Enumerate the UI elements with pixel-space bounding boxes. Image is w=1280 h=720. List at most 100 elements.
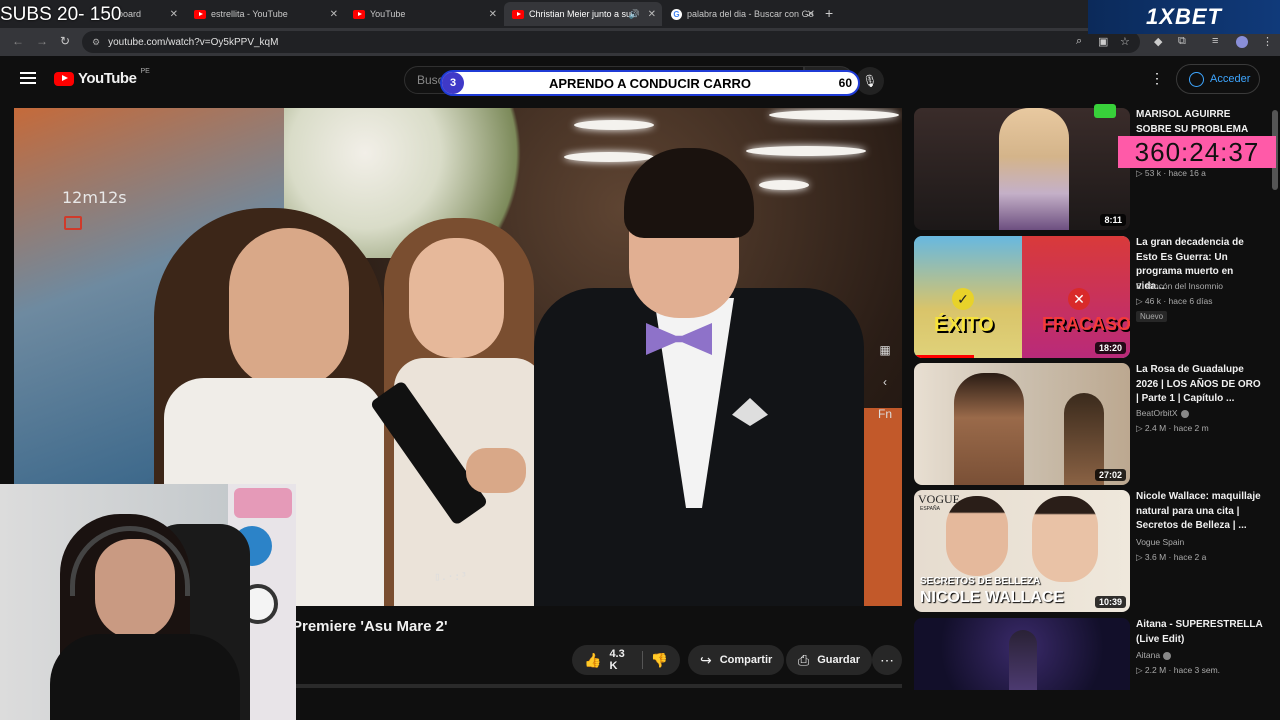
site-info-icon[interactable]: ⚙ bbox=[92, 37, 100, 48]
divider bbox=[641, 651, 643, 669]
puzzle-icon[interactable]: ⧉ bbox=[1178, 35, 1186, 48]
tab-label: estrellita - YouTube bbox=[211, 9, 288, 19]
microphone-icon: 🎙 bbox=[862, 74, 878, 88]
signin-button[interactable]: Acceder bbox=[1176, 64, 1260, 94]
recommendation-item[interactable]: VOGUE ESPAÑA SECRETOS DE BELLEZA NICOLE … bbox=[914, 490, 1266, 612]
recommendation-thumbnail[interactable]: ✓ ✕ ÉXITO FRACASO 18:20 bbox=[914, 236, 1130, 358]
country-code: PE bbox=[140, 68, 150, 75]
more-icon: ⋯ bbox=[880, 651, 894, 668]
install-app-icon[interactable]: ▣ bbox=[1098, 35, 1108, 48]
person-left-face bbox=[229, 228, 349, 388]
ceiling-light bbox=[769, 110, 899, 120]
page-separator bbox=[296, 684, 902, 688]
dislike-icon[interactable]: 👎 bbox=[651, 652, 668, 669]
thumbnail-person bbox=[1032, 496, 1098, 582]
tab-label: palabra del dia - Buscar con Go bbox=[687, 9, 814, 19]
duration-badge: 18:20 bbox=[1094, 342, 1126, 354]
recommendation-meta: ▷ 46 k · hace 6 días bbox=[1136, 296, 1213, 306]
thumbnail-person bbox=[954, 373, 1024, 485]
chevron-left-icon[interactable]: ‹ bbox=[883, 375, 887, 389]
tab-youtube[interactable]: YouTube ✕ bbox=[345, 2, 503, 26]
browser-menu-icon[interactable]: ⋮ bbox=[1262, 35, 1273, 48]
share-button[interactable]: ↪ Compartir bbox=[688, 645, 785, 675]
goal-left-number: 3 bbox=[442, 72, 464, 94]
duration-badge: 8:11 bbox=[1100, 214, 1126, 226]
recommendation-title[interactable]: Aitana - SUPERESTRELLA (Live Edit) bbox=[1136, 618, 1264, 647]
thumbnail-brand-sub: ESPAÑA bbox=[920, 506, 940, 512]
view-count: 3.6 M bbox=[1144, 552, 1167, 562]
channel-name[interactable]: El Rincón del Insomnio bbox=[1136, 281, 1223, 291]
stream-timer: 360:24:37 bbox=[1118, 136, 1276, 168]
address-bar[interactable]: ⚙ youtube.com/watch?v=Oy5kPPV_kqM bbox=[82, 31, 1140, 53]
recommendation-item[interactable]: 27:02 La Rosa de Guadalupe 2026 | LOS AÑ… bbox=[914, 363, 1266, 485]
recommendation-item[interactable]: 8:11 MARISOL AGUIRRE SOBRE SU PROBLEMA C… bbox=[914, 108, 1266, 230]
fn-label: Fn bbox=[877, 407, 892, 421]
media-icon[interactable]: ≡ bbox=[1212, 35, 1218, 47]
upload-age: hace 2 m bbox=[1173, 423, 1209, 433]
tab-label: YouTube bbox=[370, 9, 406, 19]
recommendation-item[interactable]: ✓ ✕ ÉXITO FRACASO 18:20 La gran decadenc… bbox=[914, 236, 1266, 358]
recommendation-meta: ▷ 3.6 M · hace 2 a bbox=[1136, 552, 1207, 562]
recommendation-item[interactable]: Aitana - SUPERESTRELLA (Live Edit) Aitan… bbox=[914, 618, 1266, 690]
channel-name[interactable]: Aitana bbox=[1136, 650, 1172, 660]
close-tab-icon[interactable]: ✕ bbox=[170, 9, 178, 20]
account-icon bbox=[1189, 71, 1204, 87]
close-tab-icon[interactable]: ✕ bbox=[489, 9, 497, 20]
new-tab-icon[interactable]: + bbox=[825, 5, 833, 21]
channel-name[interactable]: Vogue Spain bbox=[1136, 537, 1184, 547]
settings-more-icon[interactable]: ⋮ bbox=[1150, 70, 1164, 87]
tab-palabra-del-dia[interactable]: G palabra del dia - Buscar con Go ✕ bbox=[663, 2, 821, 26]
url-text: youtube.com/watch?v=Oy5kPPV_kqM bbox=[108, 36, 279, 48]
youtube-favicon-icon bbox=[353, 9, 365, 19]
share-icon: ↪ bbox=[700, 651, 712, 668]
signin-label: Acceder bbox=[1210, 73, 1251, 85]
recommendation-meta: ▷ 2.2 M · hace 3 sem. bbox=[1136, 665, 1221, 675]
like-count[interactable]: 4.3 K bbox=[609, 648, 633, 672]
thumbnail-caption-bottom: NICOLE WALLACE bbox=[920, 589, 1064, 606]
reload-icon[interactable]: ↻ bbox=[60, 34, 70, 48]
recommendation-title[interactable]: La Rosa de Guadalupe 2026 | LOS AÑOS DE … bbox=[1136, 363, 1264, 407]
back-icon[interactable]: ← bbox=[12, 34, 24, 48]
thumbnail-text-left: ÉXITO bbox=[934, 314, 994, 336]
recommendation-thumbnail[interactable]: 8:11 bbox=[914, 108, 1130, 230]
save-label: Guardar bbox=[817, 654, 860, 666]
video-title: Premiere 'Asu Mare 2' bbox=[292, 618, 448, 635]
close-tab-icon[interactable]: ✕ bbox=[330, 9, 338, 20]
extension-icon[interactable]: ◆ bbox=[1154, 35, 1162, 48]
goal-text: APRENDO A CONDUCIR CARRO bbox=[549, 75, 751, 91]
tab-label: Christian Meier junto a sus bbox=[529, 9, 636, 19]
more-actions-button[interactable]: ⋯ bbox=[872, 645, 902, 675]
thumbnail-person bbox=[999, 108, 1069, 230]
video-watermark-icon: ▯.·:³ bbox=[434, 570, 468, 583]
profile-avatar[interactable] bbox=[1236, 36, 1248, 48]
channel-name[interactable]: BeatOrbitX bbox=[1136, 408, 1189, 418]
person-middle-face bbox=[409, 238, 504, 358]
exit-icon bbox=[64, 216, 82, 230]
like-icon[interactable]: 👍 bbox=[584, 652, 601, 669]
chat-icon bbox=[1094, 104, 1116, 118]
webcam-toy bbox=[234, 488, 292, 518]
tab-estrellita[interactable]: estrellita - YouTube ✕ bbox=[186, 2, 344, 26]
youtube-logo[interactable]: YouTube PE bbox=[54, 68, 150, 87]
close-tab-icon[interactable]: ✕ bbox=[648, 9, 656, 20]
view-count: 46 k bbox=[1144, 296, 1161, 306]
recommendation-thumbnail[interactable]: 27:02 bbox=[914, 363, 1130, 485]
camera-icon[interactable]: ▦ bbox=[879, 343, 890, 357]
view-count: 2.2 M bbox=[1144, 665, 1167, 675]
save-button[interactable]: ⎙ Guardar bbox=[786, 645, 872, 675]
subs-label: SUBS 20- 150 bbox=[0, 4, 122, 25]
tab-christian-meier[interactable]: Christian Meier junto a sus 🔊 ✕ bbox=[504, 2, 662, 26]
zoom-icon[interactable]: ⌕ bbox=[1076, 35, 1082, 48]
forward-icon[interactable]: → bbox=[36, 34, 48, 48]
ceiling-light bbox=[574, 120, 654, 130]
ceiling-light bbox=[746, 146, 866, 156]
recommendation-thumbnail[interactable]: VOGUE ESPAÑA SECRETOS DE BELLEZA NICOLE … bbox=[914, 490, 1130, 612]
screen: board ✕ estrellita - YouTube ✕ YouTube ✕… bbox=[0, 0, 1280, 720]
close-tab-icon[interactable]: ✕ bbox=[807, 9, 815, 20]
menu-icon[interactable] bbox=[20, 72, 36, 84]
voice-search-button[interactable]: 🎙 bbox=[856, 67, 884, 95]
bookmark-star-icon[interactable]: ☆ bbox=[1120, 35, 1130, 48]
recommendation-title[interactable]: Nicole Wallace: maquillaje natural para … bbox=[1136, 490, 1264, 534]
audio-playing-icon[interactable]: 🔊 bbox=[629, 9, 640, 20]
recommendation-thumbnail[interactable] bbox=[914, 618, 1130, 690]
